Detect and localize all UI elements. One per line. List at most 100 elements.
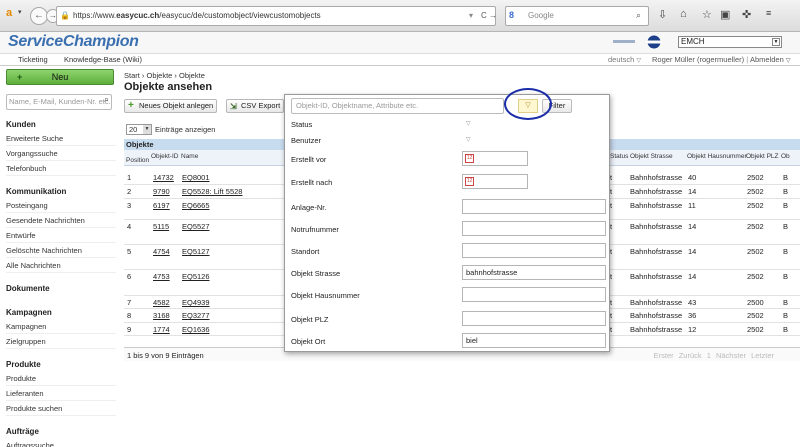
logout-link[interactable]: Abmelden ▽ (750, 55, 791, 64)
filter-label-0: Status (291, 120, 313, 129)
cell-objekt-id[interactable]: 3168 (153, 311, 170, 320)
cell-position: 8 (127, 311, 132, 320)
calendar-icon[interactable]: 12 (465, 177, 474, 186)
cell-objekt-id[interactable]: 4754 (153, 247, 170, 256)
amazon-icon[interactable]: a (6, 7, 12, 19)
sidebar-item[interactable]: Posteingang (6, 201, 116, 213)
cell-name[interactable]: EQ4939 (182, 298, 210, 307)
menu-icon[interactable]: ≡ (766, 8, 771, 18)
home-icon[interactable]: ⌂ (680, 8, 687, 20)
col-status[interactable]: Status (610, 153, 628, 160)
filter-input-6[interactable] (462, 243, 606, 258)
sidebar-item[interactable]: Alle Nachrichten (6, 261, 116, 273)
company-select[interactable]: EMCH ▼ (678, 36, 782, 48)
menu-knowledge-base[interactable]: Knowledge-Base (Wiki) (64, 55, 142, 64)
forward-icon[interactable]: → (489, 11, 497, 20)
cell-hausnummer: 36 (688, 311, 697, 320)
user-name[interactable]: Roger Müller (rogermueller) | (652, 55, 748, 64)
sidebar-section-title: Dokumente (6, 284, 50, 293)
dropdown-arrow-icon[interactable]: ▾ (18, 8, 22, 16)
cell-objekt-id[interactable]: 9790 (153, 187, 170, 196)
filter-input-2[interactable]: 12 (462, 151, 528, 166)
sidebar-item[interactable]: Auftragssuche (6, 441, 116, 447)
filter-label-5: Notrufnummer (291, 225, 339, 234)
sidebar-item[interactable]: Erweiterte Suche (6, 134, 116, 146)
sidebar-section-title: Aufträge (6, 427, 39, 436)
breadcrumb[interactable]: Start › Objekte › Objekte (124, 71, 205, 80)
chevron-down-icon[interactable]: ▽ (466, 136, 471, 143)
cell-objekt-id[interactable]: 4582 (153, 298, 170, 307)
pagination[interactable]: Erster Zurück 1 Nächster Letzter (654, 351, 774, 360)
sidebar-item[interactable]: Zielgruppen (6, 337, 116, 349)
url-bar[interactable]: 🔒 https://www.easycuc.ch/easycuc/de/cust… (56, 6, 497, 26)
calendar-icon[interactable]: 12 (465, 154, 474, 163)
cell-objekt-id[interactable]: 4753 (153, 272, 170, 281)
reload-icon[interactable]: C (481, 11, 487, 20)
sidebar-item[interactable]: Telefonbuch (6, 164, 116, 176)
page-title: Objekte ansehen (124, 81, 213, 93)
menu-ticketing[interactable]: Ticketing (18, 55, 48, 64)
cell-name[interactable]: EQ5127 (182, 247, 210, 256)
download-icon[interactable]: ⇩ (658, 8, 667, 21)
col-objekt-id[interactable]: Objekt-ID (151, 153, 178, 160)
dropdown-arrow-icon[interactable]: ▾ (469, 11, 473, 20)
filter-input-7[interactable]: bahnhofstrasse (462, 265, 606, 280)
sidebar-item[interactable]: Produkte (6, 374, 116, 386)
cell-name[interactable]: EQ3277 (182, 311, 210, 320)
col-hausnummer[interactable]: Objekt Hausnummer (687, 153, 747, 160)
filter-input-4[interactable] (462, 199, 606, 214)
sidebar-item[interactable]: Lieferanten (6, 389, 116, 401)
cell-name[interactable]: EQ6665 (182, 201, 210, 210)
bookmark-star-icon[interactable]: ☆ (702, 8, 712, 21)
pocket-icon[interactable]: ✜ (742, 8, 751, 21)
filter-label-10: Objekt Ort (291, 337, 326, 346)
cell-name[interactable]: EQ1636 (182, 325, 210, 334)
cell-name[interactable]: EQ5126 (182, 272, 210, 281)
filter-search-input[interactable]: Objekt-ID, Objektname, Attribute etc. (291, 98, 504, 114)
cell-ort: B (783, 325, 789, 334)
search-icon[interactable]: ⌕ (636, 10, 641, 21)
cell-strasse: Bahnhofstrasse (630, 298, 683, 307)
sidebar-item[interactable]: Vorgangssuche (6, 149, 116, 161)
sidebar-item[interactable]: Entwürfe (6, 231, 116, 243)
sidebar-item[interactable]: Gesendete Nachrichten (6, 216, 116, 228)
cell-name[interactable]: EQ5527 (182, 222, 210, 231)
cell-ort: B (783, 272, 789, 281)
clipboard-icon[interactable]: ▣ (720, 8, 730, 21)
filter-input-8[interactable] (462, 287, 606, 302)
plus-icon: + (17, 72, 23, 82)
col-position[interactable]: Position (126, 157, 149, 164)
sidebar-item[interactable]: Gelöschte Nachrichten (6, 246, 116, 258)
cell-ort: B (783, 311, 789, 320)
chevron-down-icon[interactable]: ▽ (466, 120, 471, 127)
new-button[interactable]: + Neu (6, 69, 114, 85)
filter-label-9: Objekt PLZ (291, 315, 329, 324)
col-strasse[interactable]: Objekt Strasse (630, 153, 673, 160)
col-plz[interactable]: Objekt PLZ (746, 153, 779, 160)
sidebar-item[interactable]: Produkte suchen (6, 404, 116, 416)
language-select[interactable]: deutsch ▽ (608, 55, 641, 64)
cell-objekt-id[interactable]: 5115 (153, 222, 169, 231)
col-ort[interactable]: Ob (781, 153, 790, 160)
cell-name[interactable]: EQ8001 (182, 173, 210, 182)
new-object-label: Neues Objekt anlegen (139, 101, 214, 110)
search-bar[interactable]: 8 Google ⌕ (505, 6, 649, 26)
cell-name[interactable]: EQ5528: Lift 5528 (182, 187, 242, 196)
filter-input-9[interactable] (462, 311, 606, 326)
cell-strasse: Bahnhofstrasse (630, 325, 683, 334)
filter-input-5[interactable] (462, 221, 606, 236)
sidebar-item[interactable]: Kampagnen (6, 322, 116, 334)
filter-input-10[interactable]: biel (462, 333, 606, 348)
csv-export-button[interactable]: ⇲ CSV Export (226, 99, 285, 113)
logo[interactable]: ServiceChampion (8, 33, 139, 51)
search-icon[interactable]: ⌕ (104, 94, 114, 110)
cell-objekt-id[interactable]: 14732 (153, 173, 174, 182)
cell-objekt-id[interactable]: 6197 (153, 201, 170, 210)
col-name[interactable]: Name (181, 153, 198, 160)
entries-select[interactable]: 20 ▼ (126, 124, 152, 135)
new-object-button[interactable]: + Neues Objekt anlegen (124, 99, 218, 113)
filter-input-3[interactable]: 12 (462, 174, 528, 189)
cell-plz: 2500 (747, 298, 764, 307)
sidebar-search-input[interactable]: Name, E-Mail, Kunden-Nr. etc. (6, 94, 112, 110)
cell-objekt-id[interactable]: 1774 (153, 325, 170, 334)
